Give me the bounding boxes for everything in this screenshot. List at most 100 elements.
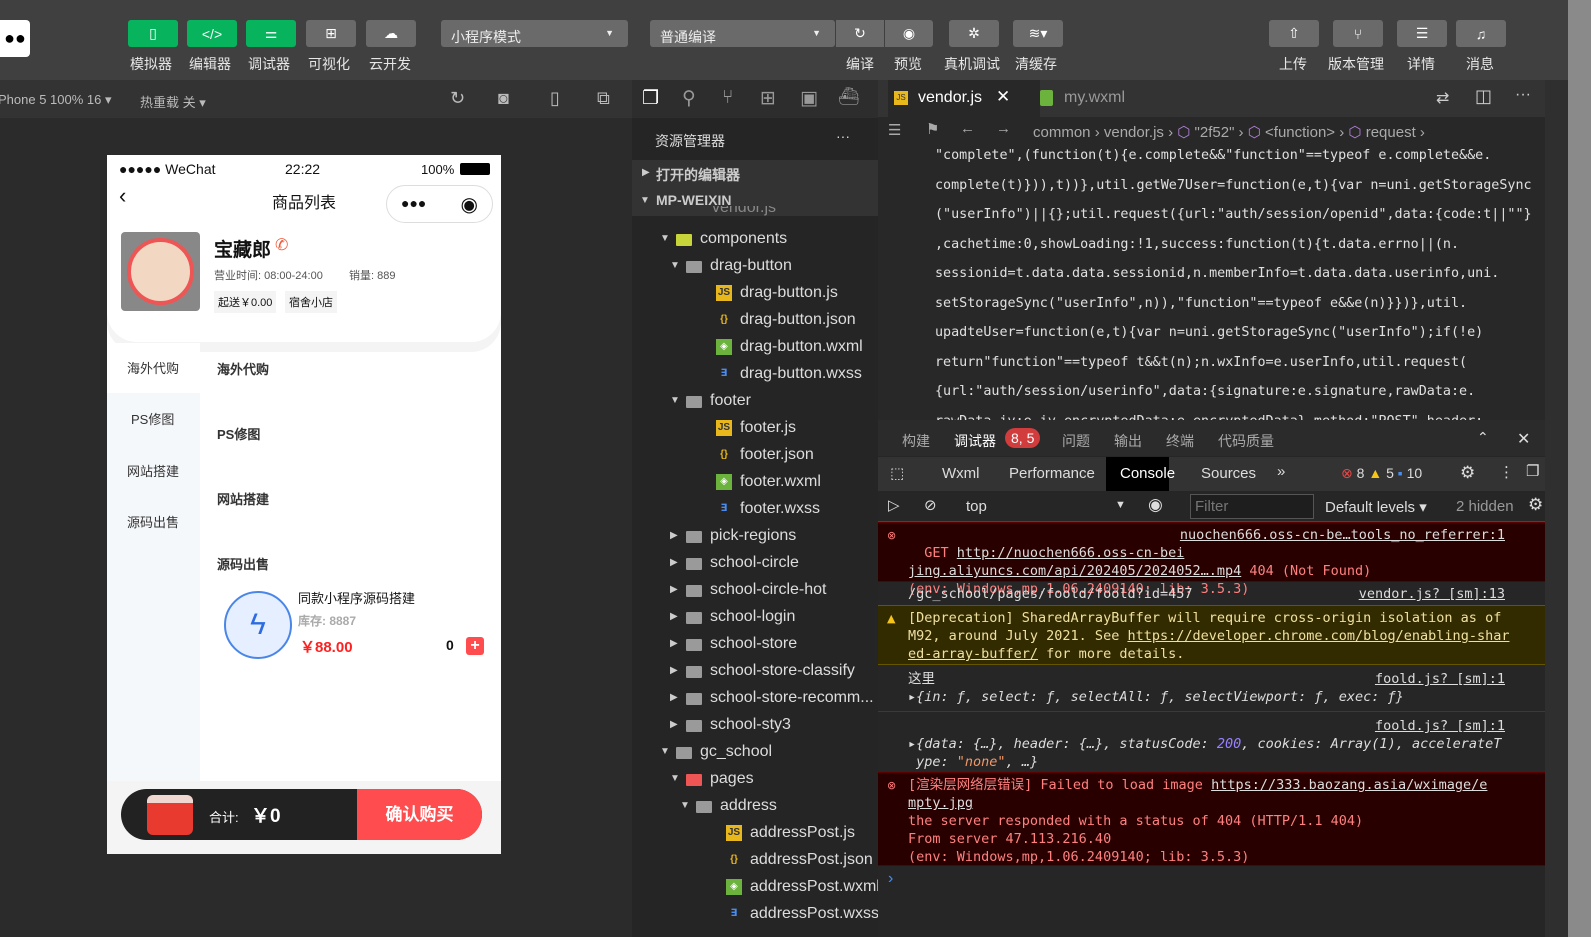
rotate-icon[interactable]: ↻ — [450, 88, 465, 109]
git-icon[interactable]: ⑂ — [722, 87, 733, 109]
error-link[interactable]: mpty.jpg — [908, 795, 973, 811]
source-link[interactable]: vendor.js? [sm]:13 — [1359, 585, 1505, 603]
clear-console-icon[interactable]: ⊘ — [924, 496, 937, 514]
explorer-more-icon[interactable]: ··· — [836, 128, 850, 144]
error-link[interactable]: http://nuochen666.oss-cn-bei — [957, 545, 1185, 561]
tree-file[interactable]: JS drag-button.js — [632, 280, 878, 307]
extensions-icon[interactable]: ⊞ — [760, 87, 776, 110]
add-to-cart-button[interactable]: + — [466, 637, 484, 655]
tab-console[interactable]: Console — [1106, 457, 1175, 491]
editor-button[interactable]: </> — [187, 20, 237, 47]
tree-file[interactable]: ◈ footer.wxml — [632, 469, 878, 496]
tree-folder[interactable]: ▶ school-circle-hot — [632, 577, 878, 604]
visual-button[interactable]: ⊞ — [306, 20, 356, 47]
tree-folder[interactable]: ▶ pick-regions — [632, 523, 878, 550]
tab-vendor-js[interactable]: JS vendor.js ✕ — [888, 80, 1040, 117]
more-actions-icon[interactable]: ··· — [1515, 86, 1531, 104]
eye-icon[interactable]: ◉ — [1148, 495, 1163, 515]
tree-folder[interactable]: ▼ drag-button — [632, 253, 878, 280]
tree-folder[interactable]: ▼ address — [632, 793, 878, 820]
tab-performance[interactable]: Performance — [1009, 465, 1095, 482]
warning-link[interactable]: https://developer.chrome.com/blog/enabli… — [1127, 628, 1509, 644]
tree-folder[interactable]: ▶ school-store-recomm... — [632, 685, 878, 712]
tree-folder[interactable]: ▼ components — [632, 226, 878, 253]
tree-folder[interactable]: ▶ school-store — [632, 631, 878, 658]
tree-file[interactable]: ∃ footer.wxss — [632, 496, 878, 523]
category-item[interactable]: 网站搭建 — [127, 461, 179, 480]
expandable-object[interactable]: ▸{in: ƒ, select: ƒ, selectAll: ƒ, select… — [908, 689, 1404, 705]
levels-select[interactable]: Default levels ▾ — [1325, 498, 1427, 516]
device-select[interactable]: Phone 5 100% 16 ▾ — [0, 92, 112, 108]
editor-scrollbar[interactable] — [1545, 80, 1568, 937]
tree-file[interactable]: {} drag-button.json — [632, 307, 878, 334]
tree-folder[interactable]: ▶ school-circle — [632, 550, 878, 577]
messages-button[interactable]: ♫ — [1456, 20, 1506, 47]
breadcrumb-item[interactable]: request — [1366, 124, 1416, 141]
source-link[interactable]: foold.js? [sm]:1 — [1375, 670, 1505, 688]
tree-file[interactable]: {} addressPost.json — [632, 847, 878, 874]
tree-file[interactable]: JS footer.js — [632, 415, 878, 442]
simulator-button[interactable]: ▯ — [128, 20, 178, 47]
debugger-button[interactable]: ⚌ — [246, 20, 296, 47]
sidebar-toggle-icon[interactable]: ▷ — [888, 496, 900, 514]
search-icon[interactable]: ⚲ — [682, 87, 696, 110]
tab-code-quality[interactable]: 代码质量 — [1218, 431, 1274, 451]
open-editors-header[interactable]: 打开的编辑器 — [656, 165, 740, 185]
checkout-button[interactable]: 确认购买 — [357, 789, 482, 840]
breadcrumb-item[interactable]: vendor.js — [1104, 124, 1164, 141]
word-wrap-icon[interactable]: ⇄ — [1436, 88, 1449, 108]
save-icon[interactable]: ▣ — [800, 87, 818, 110]
tab-sources[interactable]: Sources — [1201, 465, 1256, 482]
settings-icon[interactable]: ⚙ — [1460, 463, 1475, 483]
tree-file[interactable]: ◈ drag-button.wxml — [632, 334, 878, 361]
breadcrumb-item[interactable]: <function> — [1265, 124, 1335, 141]
back-icon[interactable]: ‹ — [119, 183, 126, 209]
hot-reload-toggle[interactable]: 热重载 关 ▾ — [140, 92, 206, 111]
version-button[interactable]: ⑂ — [1333, 20, 1383, 47]
tree-file[interactable]: JS addressPost.js — [632, 820, 878, 847]
category-item[interactable]: PS修图 — [131, 409, 174, 428]
clear-cache-button[interactable]: ≋▾ — [1013, 20, 1063, 47]
back-arrow-icon[interactable]: ← — [960, 120, 975, 137]
chevron-up-icon[interactable]: ⌃ — [1477, 429, 1489, 446]
forward-arrow-icon[interactable]: → — [996, 120, 1011, 137]
category-item[interactable]: 源码出售 — [127, 512, 179, 531]
bookmark-icon[interactable]: ⚑ — [926, 120, 939, 138]
source-link[interactable]: foold.js? [sm]:1 — [1375, 717, 1505, 735]
tab-terminal[interactable]: 终端 — [1166, 431, 1194, 451]
source-link[interactable]: nuochen666.oss-cn-be…tools_no_referrer:1 — [1180, 526, 1505, 544]
warning-link[interactable]: ed-array-buffer/ — [908, 646, 1038, 662]
close-tab-icon[interactable]: ✕ — [996, 87, 1010, 107]
context-select[interactable]: top — [966, 498, 987, 515]
compile-select[interactable]: 普通编译 ▼ — [650, 20, 835, 47]
error-link[interactable]: https://333.baozang.asia/wximage/e — [1211, 777, 1487, 793]
tab-build[interactable]: 构建 — [902, 431, 930, 451]
tree-folder[interactable]: ▼ gc_school — [632, 739, 878, 766]
split-editor-icon[interactable]: ◫ — [1475, 86, 1492, 107]
kebab-icon[interactable]: ⋮ — [1499, 463, 1514, 481]
tree-folder[interactable]: ▶ school-store-classify — [632, 658, 878, 685]
tab-debugger[interactable]: 调试器 — [954, 431, 996, 458]
upload-button[interactable]: ⇧ — [1269, 20, 1319, 47]
phone-call-icon[interactable]: ✆ — [275, 235, 288, 255]
inspect-element-icon[interactable]: ⬚ — [890, 464, 904, 482]
capsule-menu[interactable]: ●●● ◉ — [386, 185, 493, 223]
docker-icon[interactable]: ⛴ — [838, 87, 860, 107]
tree-folder[interactable]: ▶ school-sty3 — [632, 712, 878, 739]
stop-icon[interactable]: ◙ — [498, 88, 509, 109]
mode-select[interactable]: 小程序模式 ▼ — [441, 20, 628, 47]
cart-icon[interactable] — [147, 795, 193, 835]
tree-folder[interactable]: ▼ footer — [632, 388, 878, 415]
tree-file[interactable]: ∃ drag-button.wxss — [632, 361, 878, 388]
tree-file[interactable]: ◈ addressPost.wxml — [632, 874, 880, 901]
tree-file[interactable]: ∃ addressPost.wxss — [632, 901, 879, 928]
detach-window-icon[interactable]: ⧉ — [597, 88, 610, 109]
compile-button[interactable]: ↻ — [836, 20, 884, 47]
preview-button[interactable]: ◉ — [885, 20, 933, 47]
tab-output[interactable]: 输出 — [1114, 431, 1142, 451]
console-settings-icon[interactable]: ⚙ — [1528, 495, 1543, 515]
close-mini-icon[interactable]: ◉ — [461, 192, 478, 217]
more-tabs-icon[interactable]: » — [1277, 463, 1285, 480]
tree-folder[interactable]: ▼ pages — [632, 766, 878, 793]
dock-icon[interactable]: ❐ — [1526, 462, 1539, 480]
